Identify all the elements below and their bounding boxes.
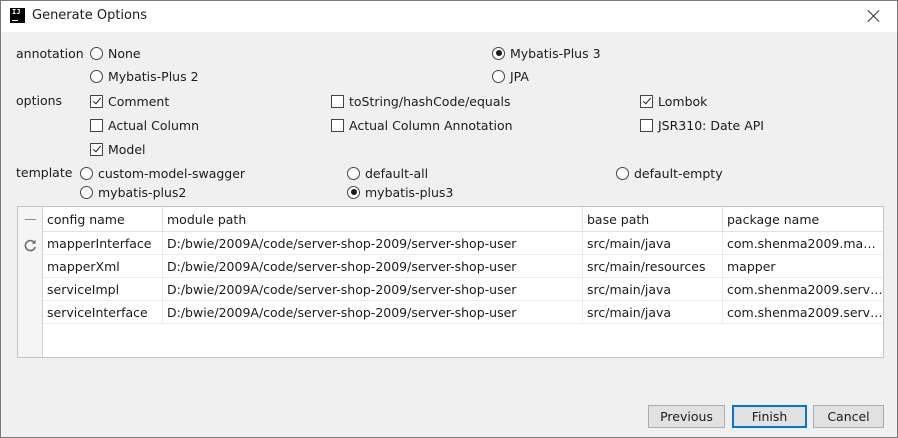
generate-options-dialog: IJ Generate Options annotation None Myba… bbox=[0, 0, 898, 438]
table-header: config name module path base path packag… bbox=[43, 207, 883, 232]
option-actual-column-checkbox[interactable]: Actual Column bbox=[90, 117, 199, 133]
radio-icon bbox=[492, 69, 505, 83]
cell-package-name[interactable]: com.shenma2009.mapper bbox=[723, 232, 883, 255]
annotation-mybatis-plus-2-radio[interactable]: Mybatis-Plus 2 bbox=[90, 68, 199, 84]
option-lombok-checkbox[interactable]: Lombok bbox=[640, 93, 707, 109]
cell-module-path[interactable]: D:/bwie/2009A/code/server-shop-2009/serv… bbox=[163, 232, 583, 255]
cell-config-name[interactable]: mapperXml bbox=[43, 255, 163, 278]
checkbox-checked-icon bbox=[90, 142, 103, 156]
table-toolbar bbox=[18, 207, 43, 357]
table-row[interactable]: serviceInterface D:/bwie/2009A/code/serv… bbox=[43, 301, 883, 324]
template-default-empty-radio[interactable]: default-empty bbox=[616, 165, 723, 181]
column-header-base-path[interactable]: base path bbox=[583, 207, 723, 232]
radio-icon bbox=[80, 185, 93, 199]
cell-config-name[interactable]: serviceImpl bbox=[43, 278, 163, 301]
column-header-module-path[interactable]: module path bbox=[163, 207, 583, 232]
checkbox-icon bbox=[90, 118, 103, 132]
remove-row-icon[interactable] bbox=[25, 219, 36, 220]
checkbox-icon bbox=[331, 94, 344, 108]
annotation-jpa-radio[interactable]: JPA bbox=[492, 68, 529, 84]
intellij-app-icon: IJ bbox=[10, 8, 25, 23]
template-mybatis-plus2-radio[interactable]: mybatis-plus2 bbox=[80, 184, 186, 200]
template-default-all-radio[interactable]: default-all bbox=[347, 165, 428, 181]
checkbox-icon bbox=[331, 118, 344, 132]
cell-package-name[interactable]: com.shenma2009.service bbox=[723, 301, 883, 324]
cell-config-name[interactable]: mapperInterface bbox=[43, 232, 163, 255]
cell-module-path[interactable]: D:/bwie/2009A/code/server-shop-2009/serv… bbox=[163, 301, 583, 324]
cell-module-path[interactable]: D:/bwie/2009A/code/server-shop-2009/serv… bbox=[163, 278, 583, 301]
refresh-icon[interactable] bbox=[23, 238, 38, 253]
radio-selected-icon bbox=[492, 46, 505, 60]
option-jsr310-checkbox[interactable]: JSR310: Date API bbox=[640, 117, 764, 133]
cell-module-path[interactable]: D:/bwie/2009A/code/server-shop-2009/serv… bbox=[163, 255, 583, 278]
config-table: config name module path base path packag… bbox=[17, 206, 884, 358]
radio-icon bbox=[90, 69, 103, 83]
column-header-package-name[interactable]: package name bbox=[723, 207, 883, 232]
cell-config-name[interactable]: serviceInterface bbox=[43, 301, 163, 324]
checkbox-checked-icon bbox=[640, 94, 653, 108]
template-label: template bbox=[16, 165, 73, 180]
radio-icon bbox=[90, 46, 103, 60]
option-model-checkbox[interactable]: Model bbox=[90, 141, 146, 157]
radio-selected-icon bbox=[347, 185, 360, 199]
cell-base-path[interactable]: src/main/java bbox=[583, 278, 723, 301]
template-custom-model-swagger-radio[interactable]: custom-model-swagger bbox=[80, 165, 245, 181]
template-mybatis-plus3-radio[interactable]: mybatis-plus3 bbox=[347, 184, 453, 200]
cell-base-path[interactable]: src/main/java bbox=[583, 232, 723, 255]
table-row[interactable]: mapperXml D:/bwie/2009A/code/server-shop… bbox=[43, 255, 883, 278]
previous-button[interactable]: Previous bbox=[648, 405, 725, 428]
annotation-none-radio[interactable]: None bbox=[90, 45, 141, 61]
option-comment-checkbox[interactable]: Comment bbox=[90, 93, 169, 109]
column-header-config-name[interactable]: config name bbox=[43, 207, 163, 232]
cell-package-name[interactable]: com.shenma2009.servic… bbox=[723, 278, 883, 301]
options-label: options bbox=[16, 93, 63, 108]
table-row[interactable]: serviceImpl D:/bwie/2009A/code/server-sh… bbox=[43, 278, 883, 301]
radio-icon bbox=[80, 166, 93, 180]
radio-icon bbox=[347, 166, 360, 180]
annotation-label: annotation bbox=[16, 46, 84, 61]
radio-icon bbox=[616, 166, 629, 180]
cell-base-path[interactable]: src/main/java bbox=[583, 301, 723, 324]
checkbox-icon bbox=[640, 118, 653, 132]
table-row[interactable]: mapperInterface D:/bwie/2009A/code/serve… bbox=[43, 232, 883, 255]
finish-button[interactable]: Finish bbox=[732, 405, 807, 428]
annotation-mybatis-plus-3-radio[interactable]: Mybatis-Plus 3 bbox=[492, 45, 601, 61]
option-actual-column-annotation-checkbox[interactable]: Actual Column Annotation bbox=[331, 117, 513, 133]
cancel-button[interactable]: Cancel bbox=[813, 405, 884, 428]
cell-package-name[interactable]: mapper bbox=[723, 255, 883, 278]
title-bar: IJ Generate Options bbox=[1, 1, 897, 32]
close-icon[interactable] bbox=[863, 5, 885, 27]
option-tostring-checkbox[interactable]: toString/hashCode/equals bbox=[331, 93, 511, 109]
checkbox-checked-icon bbox=[90, 94, 103, 108]
cell-base-path[interactable]: src/main/resources bbox=[583, 255, 723, 278]
dialog-title: Generate Options bbox=[32, 8, 148, 23]
